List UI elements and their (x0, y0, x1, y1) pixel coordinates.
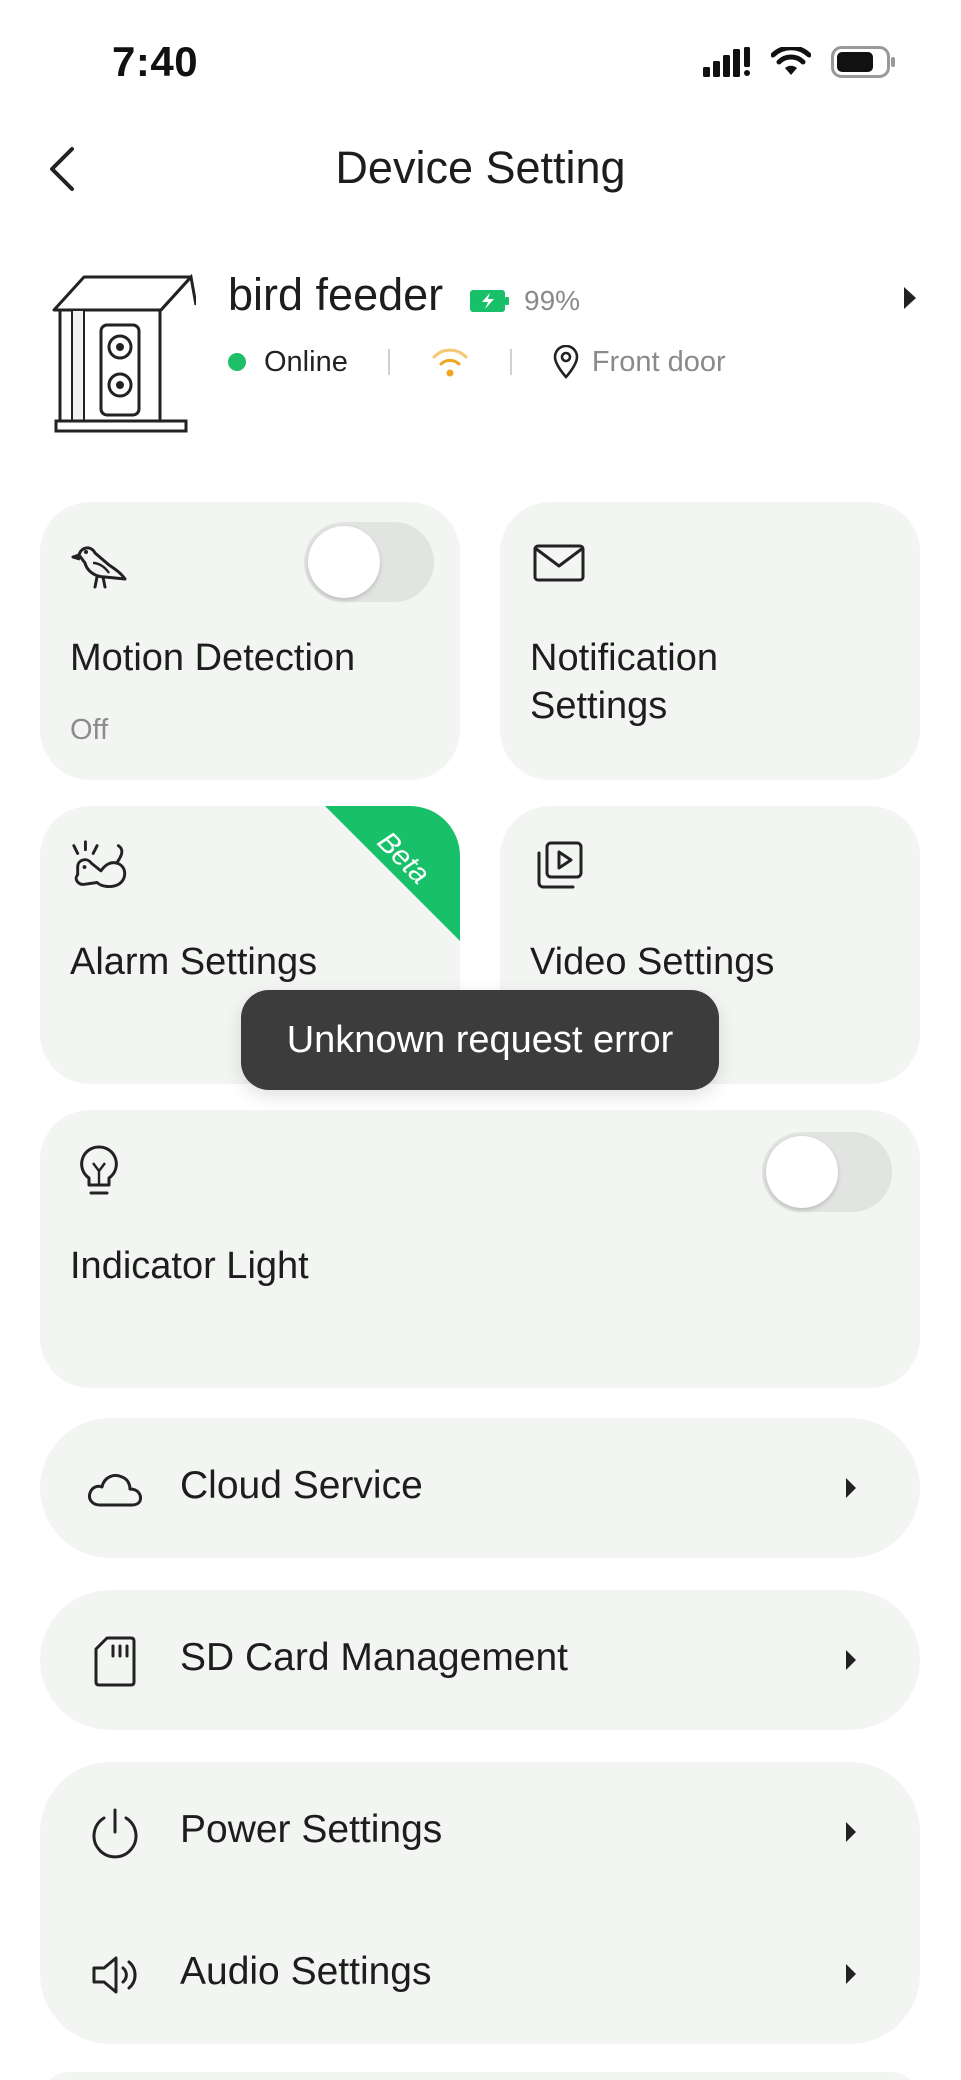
error-toast: Unknown request error (241, 990, 719, 1090)
motion-detection-toggle[interactable] (304, 522, 434, 602)
battery-charging-icon (470, 290, 509, 312)
device-header[interactable]: bird feeder 99% Online Front door (40, 255, 920, 435)
status-bar: 7:40 (0, 0, 961, 120)
power-settings-label: Power Settings (180, 1808, 443, 1851)
power-icon (84, 1802, 146, 1864)
audio-settings-row[interactable]: Audio Settings (40, 1904, 920, 2044)
beta-badge: Beta (325, 806, 460, 941)
indicator-light-toggle[interactable] (762, 1132, 892, 1212)
bird-feeder-device-image (52, 273, 196, 433)
notification-settings-tile[interactable]: Notification Settings (500, 502, 920, 780)
page-title: Device Setting (335, 142, 626, 193)
notification-title-line1: Notification (530, 637, 718, 679)
power-settings-row[interactable]: Power Settings (40, 1762, 920, 1902)
nav-bar: Device Setting (0, 130, 961, 210)
battery-percent: 99% (524, 285, 581, 316)
online-status-dot (228, 353, 246, 371)
location-pin-icon (553, 345, 579, 379)
device-meta: Online Front door (228, 345, 726, 379)
indicator-light-title: Indicator Light (70, 1245, 309, 1287)
caret-right-icon (846, 1822, 856, 1842)
device-name: bird feeder (228, 269, 444, 320)
sd-card-card: SD Card Management (40, 1590, 920, 1730)
wifi-signal-icon (432, 348, 468, 377)
error-toast-message: Unknown request error (286, 1018, 674, 1061)
beta-badge-text: Beta (370, 825, 436, 891)
sd-card-icon (84, 1630, 146, 1692)
toggle-knob (308, 526, 380, 598)
battery-icon (831, 46, 895, 78)
device-location: Front door (591, 345, 726, 378)
caret-right-icon (846, 1964, 856, 1984)
toggle-knob (766, 1136, 838, 1208)
video-playlist-icon (528, 836, 590, 898)
video-settings-title: Video Settings (530, 941, 775, 983)
device-battery: 99% (470, 285, 580, 317)
motion-detection-title: Motion Detection (70, 637, 356, 679)
cloud-service-label: Cloud Service (180, 1464, 423, 1507)
cloud-service-card: Cloud Service (40, 1418, 920, 1558)
indicator-light-tile[interactable]: Indicator Light (40, 1110, 920, 1388)
online-status-text: Online (264, 345, 348, 378)
alarm-settings-title: Alarm Settings (70, 941, 318, 983)
notification-title-line2: Settings (530, 685, 668, 727)
notification-settings-title: Notification Settings (530, 634, 718, 730)
audio-settings-label: Audio Settings (180, 1950, 432, 1993)
cloud-service-row[interactable]: Cloud Service (40, 1418, 920, 1558)
envelope-icon (528, 532, 590, 594)
lightbulb-icon (68, 1140, 130, 1202)
sd-card-management-label: SD Card Management (180, 1636, 569, 1679)
status-time: 7:40 (112, 38, 199, 85)
divider (509, 349, 512, 375)
cellular-signal-icon (703, 47, 750, 77)
status-icons (703, 46, 897, 78)
next-settings-card (40, 2072, 920, 2080)
divider (387, 349, 390, 375)
squirrel-alarm-icon (68, 836, 130, 898)
motion-detection-tile[interactable]: Motion Detection Off (40, 502, 460, 780)
sd-card-management-row[interactable]: SD Card Management (40, 1590, 920, 1730)
speaker-icon (84, 1944, 146, 2006)
caret-right-icon (846, 1650, 856, 1670)
bird-icon (68, 532, 130, 594)
cloud-icon (84, 1458, 146, 1520)
wifi-icon (771, 47, 811, 75)
caret-right-icon (904, 287, 916, 309)
caret-right-icon (846, 1478, 856, 1498)
motion-detection-status: Off (70, 714, 109, 746)
power-audio-card: Power Settings Audio Settings (40, 1762, 920, 2044)
